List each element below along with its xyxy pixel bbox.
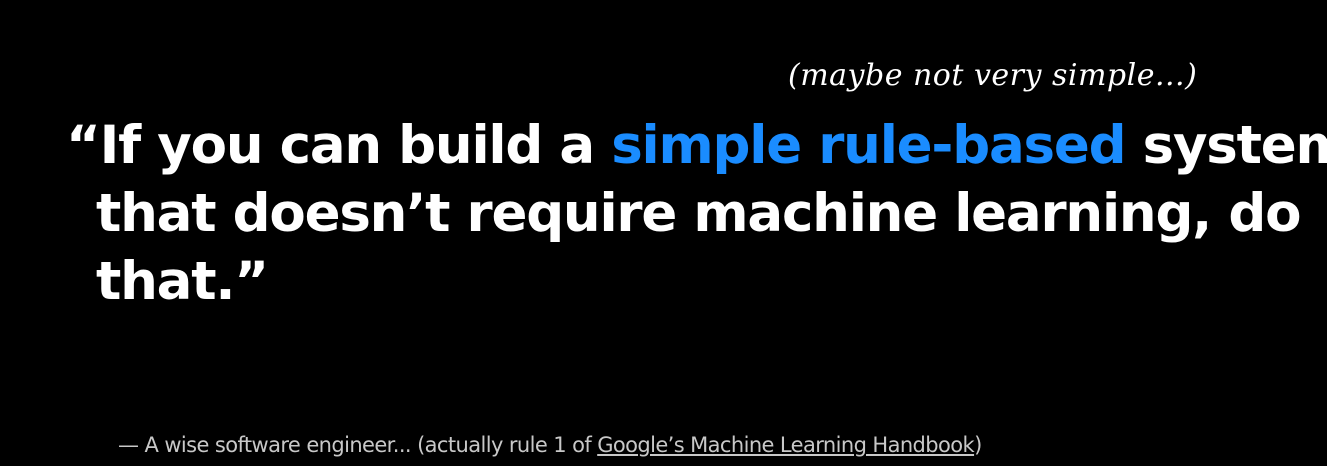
quote-line-3: that.” [96, 251, 269, 312]
quote: “If you can build a simple rule-based sy… [66, 112, 1327, 316]
quote-line-1: “If you can build a simple rule-based sy… [66, 112, 1327, 180]
attribution-suffix: ) [974, 433, 982, 457]
attribution: — A wise software engineer... (actually … [118, 433, 982, 457]
attribution-prefix: — A wise software engineer... (actually … [118, 433, 598, 457]
handbook-link[interactable]: Google’s Machine Learning Handbook [597, 433, 974, 457]
quote-line-1-before: “If you can build a [66, 115, 612, 176]
aside-note: (maybe not very simple...) [788, 58, 1198, 93]
quote-line-1-after: system [1142, 115, 1327, 176]
quote-line-2: that doesn’t require machine learning, d… [96, 183, 1302, 244]
quote-highlight: simple rule-based [611, 115, 1126, 176]
slide: (maybe not very simple...) “If you can b… [0, 0, 1327, 466]
